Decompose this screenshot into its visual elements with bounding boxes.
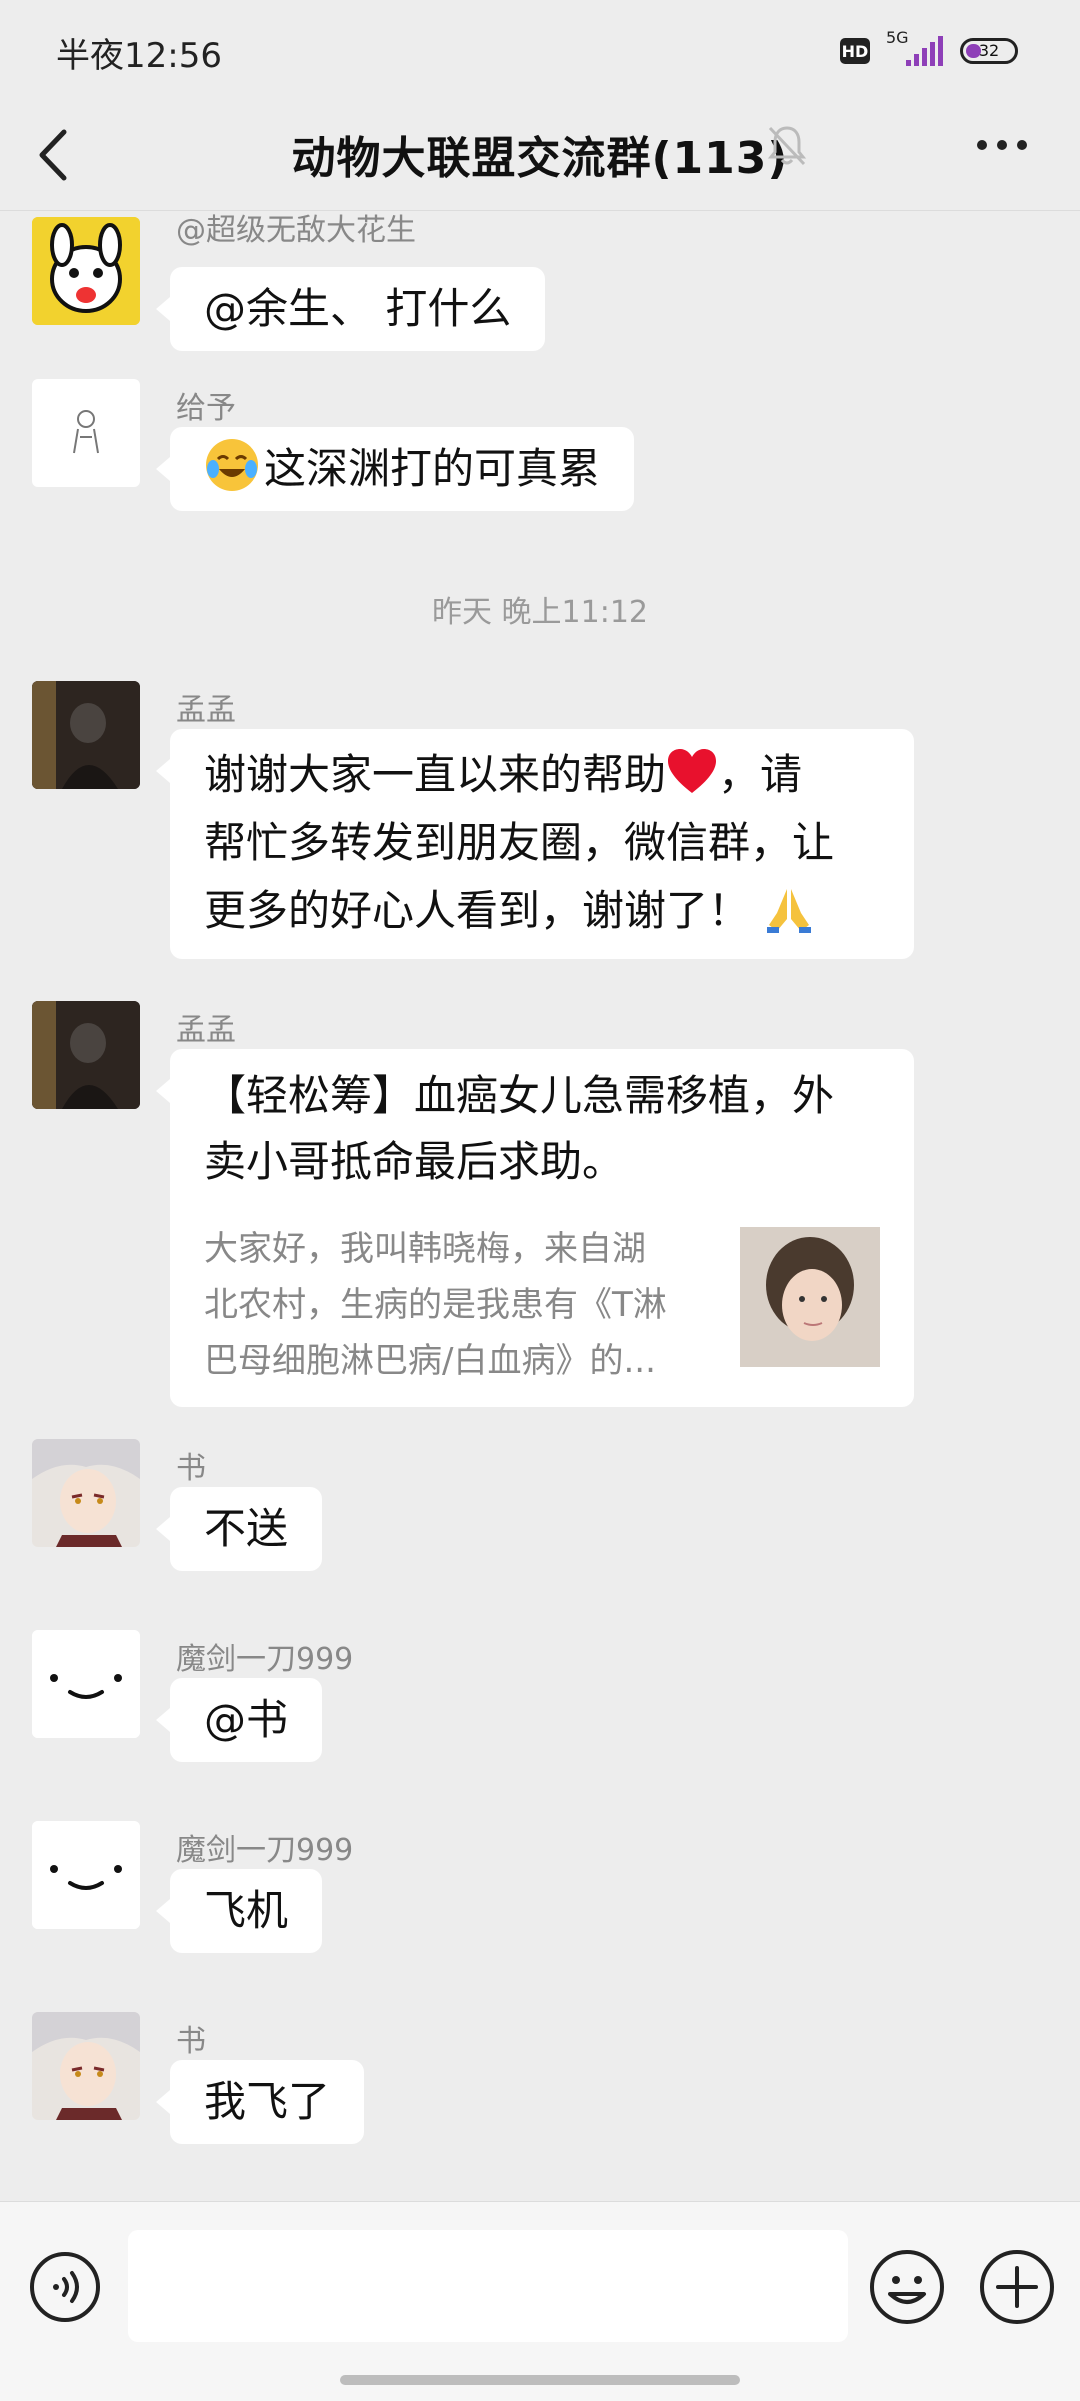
avatar[interactable] — [32, 379, 140, 487]
photo-avatar-icon — [32, 681, 140, 789]
sender-name: 魔剑一刀999 — [176, 1833, 354, 1868]
sender-name: 魔剑一刀999 — [176, 1642, 354, 1677]
message-list: @超级无敌大花生 @余生、 打什么 给予 这深渊打的可真累 昨天 晚上11:12 — [0, 211, 1080, 2201]
chat-header: 动物大联盟交流群(113) — [0, 100, 1080, 211]
avatar[interactable] — [32, 1630, 140, 1738]
avatar[interactable] — [32, 2012, 140, 2120]
message-bubble[interactable]: 我飞了 — [155, 2060, 365, 2144]
message-bubble[interactable]: @书 — [155, 1678, 323, 1762]
smiley-face-avatar-icon — [32, 1821, 140, 1929]
message-bubble[interactable]: @余生、 打什么 — [155, 267, 546, 351]
message-text: 谢谢大家一直以来的帮助 — [204, 750, 667, 799]
sender-name: @超级无敌大花生 — [176, 213, 416, 248]
smiley-face-avatar-icon — [32, 1630, 140, 1738]
battery-icon: 32 — [960, 38, 1018, 64]
sender-name: 书 — [176, 1451, 206, 1486]
folded-hands-emoji-icon — [767, 889, 812, 933]
avatar[interactable] — [32, 1439, 140, 1547]
signal-icon — [906, 36, 943, 66]
battery-level: 32 — [978, 41, 1000, 60]
photo-avatar-icon — [32, 1001, 140, 1109]
time-separator: 昨天 晚上11:12 — [432, 595, 648, 630]
message-line: 谢谢大家一直以来的帮助 ，请 — [204, 741, 880, 809]
sender-name: 孟孟 — [176, 693, 236, 728]
card-title-line: 卖小哥抵命最后求助。 — [204, 1137, 625, 1186]
line-sketch-avatar-icon — [73, 410, 99, 454]
anime-character-avatar-icon — [32, 1439, 140, 1547]
avatar[interactable] — [32, 1001, 140, 1109]
message-text: 这深渊打的可真累 — [264, 444, 601, 493]
mute-bell-icon — [767, 126, 807, 166]
cartoon-dog-avatar-icon — [32, 217, 140, 325]
card-thumbnail — [740, 1227, 880, 1367]
message-text: ，请 — [718, 750, 803, 799]
card-title-line: 【轻松筹】血癌女儿急需移植，外 — [204, 1071, 835, 1120]
status-time: 半夜12:56 — [56, 36, 222, 76]
message-input[interactable] — [128, 2230, 848, 2342]
red-heart-emoji-icon — [668, 749, 717, 793]
hd-icon: HD — [840, 38, 870, 64]
avatar[interactable] — [32, 1821, 140, 1929]
card-desc-line: 大家好，我叫韩晓梅，来自湖 — [204, 1229, 646, 1269]
message-line: 更多的好心人看到，谢谢了！ — [204, 877, 880, 945]
card-desc-line: 北农村，生病的是我患有《T淋 — [204, 1285, 667, 1325]
more-options-icon[interactable] — [972, 130, 1032, 160]
status-bar: 半夜12:56 HD 5G 32 — [0, 0, 1080, 100]
message-bubble[interactable]: 飞机 — [155, 1869, 323, 1953]
sender-name: 书 — [176, 2024, 206, 2059]
avatar[interactable] — [32, 217, 140, 325]
emoji-icon[interactable] — [868, 2248, 946, 2326]
voice-input-icon[interactable] — [28, 2250, 102, 2324]
message-bubble[interactable]: 不送 — [155, 1487, 323, 1571]
home-indicator[interactable] — [340, 2375, 740, 2385]
link-card[interactable]: 【轻松筹】血癌女儿急需移植，外 卖小哥抵命最后求助。 大家好，我叫韩晓梅，来自湖… — [156, 1049, 914, 1407]
sender-name: 给予 — [176, 391, 236, 426]
chat-title: 动物大联盟交流群(113) — [291, 133, 789, 184]
message-bubble[interactable]: 这深渊打的可真累 — [155, 427, 635, 511]
message-bubble[interactable]: 谢谢大家一直以来的帮助 ，请 帮忙多转发到朋友圈，微信群，让 更多的好心人看到，谢… — [156, 729, 914, 959]
avatar[interactable] — [32, 681, 140, 789]
crying-laughing-emoji-icon — [206, 439, 258, 491]
message-text: 帮忙多转发到朋友圈，微信群，让 — [204, 818, 835, 867]
anime-character-avatar-icon — [32, 2012, 140, 2120]
message-text: 更多的好心人看到，谢谢了！ — [204, 886, 751, 935]
card-description: 大家好，我叫韩晓梅，来自湖 北农村，生病的是我患有《T淋 巴母细胞淋巴病/白血病… — [204, 1221, 724, 1389]
sender-name: 孟孟 — [176, 1013, 236, 1048]
plus-icon[interactable] — [978, 2248, 1056, 2326]
child-photo-icon — [740, 1227, 880, 1367]
card-desc-line: 巴母细胞淋巴病/白血病》的... — [204, 1341, 656, 1381]
chat-input-bar — [0, 2201, 1080, 2401]
